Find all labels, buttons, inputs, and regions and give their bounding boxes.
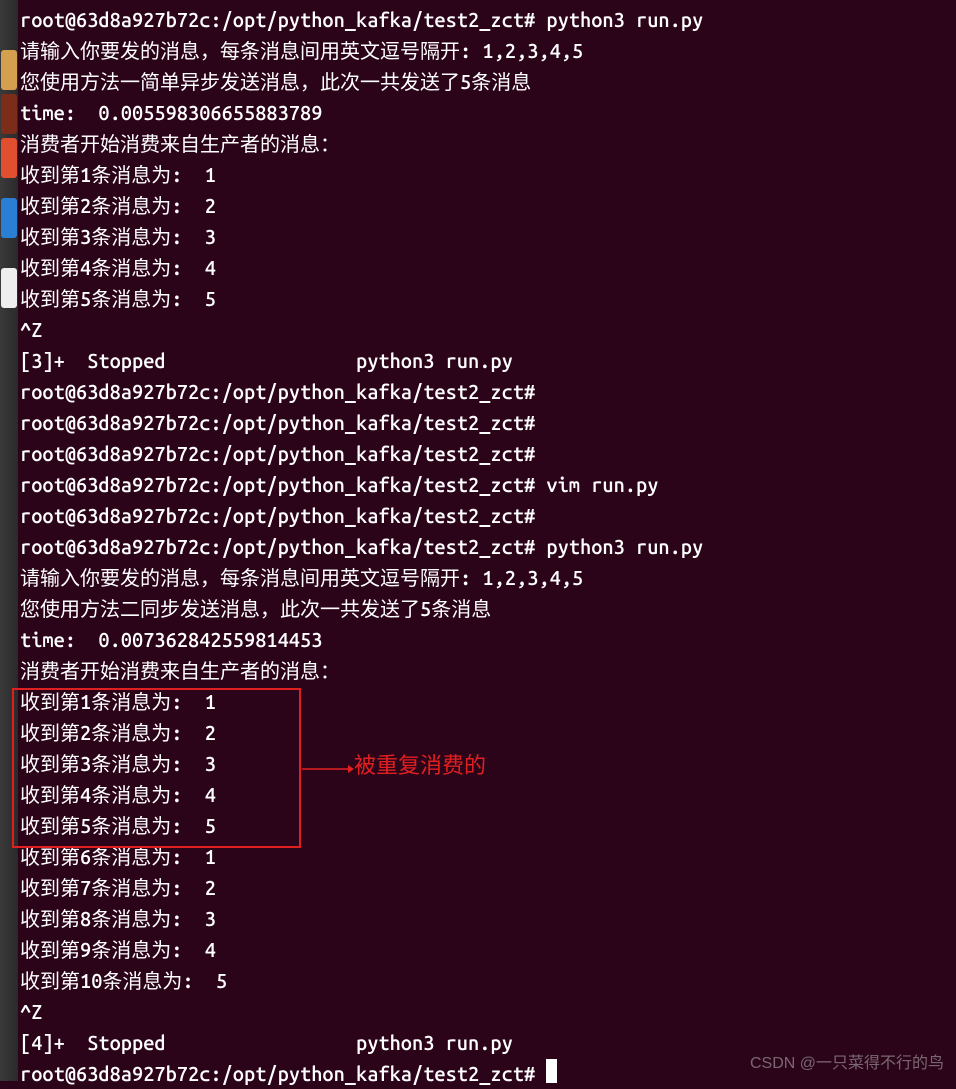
terminal-line: 请输入你要发的消息，每条消息间用英文逗号隔开: 1,2,3,4,5 <box>20 35 956 66</box>
terminal-line: 收到第1条消息为: 1 <box>20 159 956 190</box>
terminal-line: [4]+ Stopped python3 run.py <box>20 1027 956 1058</box>
terminal-line: ^Z <box>20 314 956 345</box>
terminal-line: root@63d8a927b72c:/opt/python_kafka/test… <box>20 438 956 469</box>
terminal-line: time: 0.005598306655883789 <box>20 97 956 128</box>
terminal-line: root@63d8a927b72c:/opt/python_kafka/test… <box>20 407 956 438</box>
terminal-line: 收到第5条消息为: 5 <box>20 283 956 314</box>
terminal-prompt-line[interactable]: root@63d8a927b72c:/opt/python_kafka/test… <box>20 1058 956 1089</box>
dock-icon[interactable] <box>1 138 17 178</box>
terminal-line: 请输入你要发的消息，每条消息间用英文逗号隔开: 1,2,3,4,5 <box>20 562 956 593</box>
dock-icon[interactable] <box>1 268 17 308</box>
terminal-output[interactable]: root@63d8a927b72c:/opt/python_kafka/test… <box>18 0 956 1089</box>
dock-sidebar <box>0 0 18 1081</box>
terminal-line: 收到第4条消息为: 4 <box>20 779 956 810</box>
terminal-line: 收到第8条消息为: 3 <box>20 903 956 934</box>
dock-icon[interactable] <box>1 198 17 238</box>
terminal-line: [3]+ Stopped python3 run.py <box>20 345 956 376</box>
terminal-line: 收到第1条消息为: 1 <box>20 686 956 717</box>
terminal-line: 收到第2条消息为: 2 <box>20 190 956 221</box>
terminal-cursor <box>546 1059 557 1083</box>
terminal-line: 收到第3条消息为: 3 <box>20 221 956 252</box>
terminal-line: 收到第10条消息为: 5 <box>20 965 956 996</box>
terminal-line: root@63d8a927b72c:/opt/python_kafka/test… <box>20 531 956 562</box>
terminal-line: 收到第5条消息为: 5 <box>20 810 956 841</box>
terminal-line: 您使用方法二同步发送消息，此次一共发送了5条消息 <box>20 593 956 624</box>
dock-icon[interactable] <box>1 94 17 134</box>
terminal-line: root@63d8a927b72c:/opt/python_kafka/test… <box>20 376 956 407</box>
terminal-line: 收到第6条消息为: 1 <box>20 841 956 872</box>
terminal-line: 消费者开始消费来自生产者的消息： <box>20 128 956 159</box>
terminal-line: 收到第9条消息为: 4 <box>20 934 956 965</box>
terminal-line: 收到第4条消息为: 4 <box>20 252 956 283</box>
dock-icon[interactable] <box>1 50 17 90</box>
terminal-line: root@63d8a927b72c:/opt/python_kafka/test… <box>20 500 956 531</box>
terminal-line: time: 0.007362842559814453 <box>20 624 956 655</box>
terminal-line: 收到第2条消息为: 2 <box>20 717 956 748</box>
terminal-line: 收到第7条消息为: 2 <box>20 872 956 903</box>
terminal-line: ^Z <box>20 996 956 1027</box>
terminal-line: 消费者开始消费来自生产者的消息： <box>20 655 956 686</box>
terminal-line: 收到第3条消息为: 3 <box>20 748 956 779</box>
terminal-line: 您使用方法一简单异步发送消息，此次一共发送了5条消息 <box>20 66 956 97</box>
terminal-line: root@63d8a927b72c:/opt/python_kafka/test… <box>20 4 956 35</box>
terminal-line: root@63d8a927b72c:/opt/python_kafka/test… <box>20 469 956 500</box>
